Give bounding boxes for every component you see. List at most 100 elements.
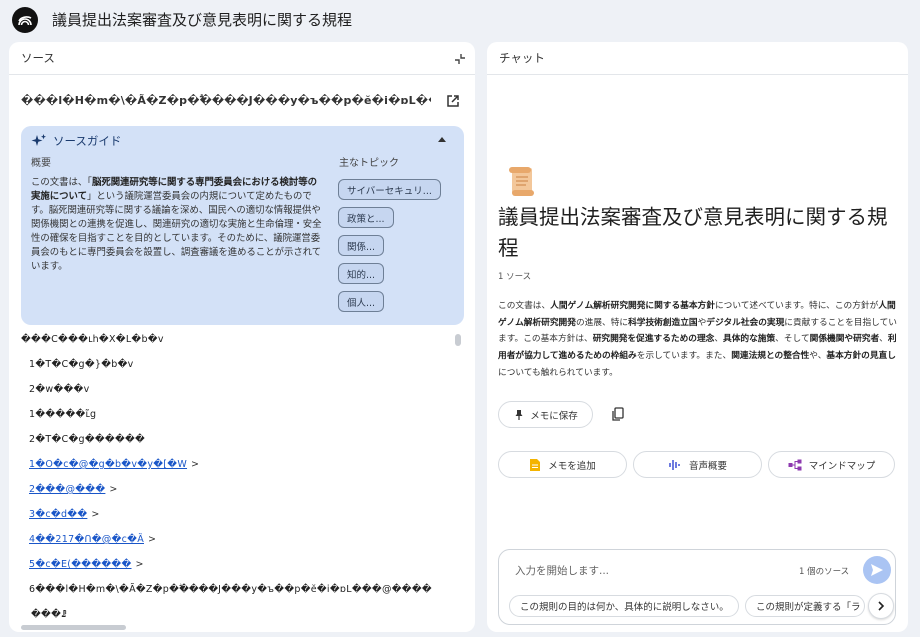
copy-icon[interactable] [611,407,625,421]
outline-link[interactable]: 4��217�Ո�@�c�Ȁ [29,534,144,545]
notebook-title[interactable]: 議員提出法案審査及び意見表明に関する規程 [52,9,352,30]
emphasized-text: 科学技術創造立国 [628,317,698,328]
source-guide-header[interactable]: ソースガイド [31,133,121,149]
outline-item: 2�w���v [29,384,90,395]
outline-item: 1�����ւ̃g [29,409,96,420]
outline-text: ���C���ւh�X�L�b�v [21,334,164,345]
source-guide: ソースガイド 概要 この文書は、「脳死関連研究等に関する専門委員会における検討等… [21,126,464,325]
suggestion-chip[interactable]: この規則が定義する「ラ [745,595,865,617]
emphasized-text: 基本方針の見直し [826,351,896,362]
open-external-icon[interactable] [445,93,461,109]
outline-item[interactable]: 1�O�c�@�g�b�v�y�[�W > [29,459,199,470]
suggestion-chip[interactable]: この規則の目的は何か、具体的に説明しなさい。 [509,595,739,617]
source-title: ���l�H�m�\�Ã�Z�p�ؖ����J���y�ъ��p�ӗ�i�ɒL�… [21,94,431,107]
outline-arrow: > [148,534,157,545]
mind-map-button[interactable]: マインドマップ [768,451,895,478]
outline-item: 6���l�H�m�\�Ã�Z�p�ؖ����J���y�ъ��p�ӗ�i�ɒL… [29,584,432,595]
collapse-guide-icon[interactable] [438,137,446,142]
emphasized-text: 関連法規との整合性 [731,351,810,362]
save-to-note-label: メモに保存 [530,410,578,422]
save-to-note-button[interactable]: メモに保存 [498,401,593,428]
audio-overview-button[interactable]: 音声概要 [633,451,762,478]
chat-panel-header: チャット [487,42,908,75]
outline-item: 2�T�C�g������ [29,434,145,445]
pin-icon [515,409,523,420]
add-note-button[interactable]: メモを追加 [498,451,627,478]
text-segment: や、 [809,351,827,362]
text-segment: 、 [714,334,724,345]
mind-map-label: マインドマップ [808,460,876,472]
topic-chip[interactable]: 政策と... [338,207,394,228]
outline-item[interactable]: 5�c�E(������ > [29,559,144,570]
outline-arrow: > [109,484,118,495]
outline-arrow: > [191,459,200,470]
text-segment: の進展、特に [575,317,629,328]
source-title-row: ���l�H�m�\�Ã�Z�p�ؖ����J���y�ъ��p�ӗ�i�ɒL�… [21,90,461,112]
scroll-emoji-icon [509,167,534,196]
text-segment: 」という議院運営委員会の内規について定めたものです。脳死関連研究等に関する議論を… [31,191,322,272]
sparkle-icon [31,134,46,146]
mind-map-icon [788,459,802,470]
source-panel: ソース ���l�H�m�\�Ã�Z�p�ؖ����J���y�ъ��p�ӗ�i… [9,42,475,632]
emphasized-text: 人間ゲノム解析研究開発に関する基本方針 [550,301,715,311]
outline-item[interactable]: 4��217�Ո�@�c�Ȁ > [29,534,156,545]
top-bar: 議員提出法案審査及び意見表明に関する規程 [0,0,920,40]
outline-link[interactable]: 1�O�c�@�g�b�v�y�[�W [29,459,187,470]
collapse-panel-icon[interactable] [453,52,467,66]
source-panel-header: ソース [9,42,475,75]
chevron-right-icon [878,601,885,611]
text-segment: や [697,317,707,328]
note-icon [530,458,541,471]
source-count: 1 ソース [498,272,532,282]
overview-text: この文書は、「脳死関連研究等に関する専門委員会における検討等の実施について」とい… [31,176,323,274]
notebook-logo-icon[interactable] [12,7,38,33]
source-guide-title: ソースガイド [53,134,122,148]
chat-summary: この文書は、人間ゲノム解析研究開発に関する基本方針について述べています。特に、こ… [498,298,898,382]
add-note-label: メモを追加 [548,460,596,472]
outline-item[interactable]: 3�c�d�� > [29,509,100,520]
chat-panel-title: チャット [499,51,545,65]
horizontal-scrollbar[interactable] [21,625,126,630]
topic-chip[interactable]: 個人... [338,291,385,312]
text-segment: についても触れられています。 [498,367,618,378]
vertical-scrollbar[interactable] [455,334,461,346]
text-segment: この文書は、「 [31,177,92,188]
chat-input[interactable]: 入力を開始します... [515,563,609,578]
chat-document-title: 議員提出法案審査及び意見表明に関する規程 [498,205,888,260]
audio-overview-label: 音声概要 [688,460,727,472]
text-segment: 、 [879,334,888,345]
outline-item: ���C���ւh�X�L�b�v [21,334,164,345]
topic-chip[interactable]: 知的... [338,263,385,284]
text-segment: について述べています。特に、この方針が [714,301,879,311]
topics-label: 主なトピック [339,158,399,169]
audio-wave-icon [669,459,680,470]
text-segment: を示しています。また、 [636,351,732,362]
text-segment: 、そして [775,334,810,345]
outline-text: 2�T�C�g������ [29,434,146,445]
send-icon [871,564,883,576]
outline-item: 1�T�C�g�}�b�v [29,359,134,370]
emphasized-text: 関係機関や研究者 [809,334,880,345]
text-segment: この文書は、 [498,301,551,311]
composer-source-count: 1 個のソース [799,567,850,577]
outline-text: 1�T�C�g�}�b�v [29,359,134,370]
outline-item[interactable]: 2���@��� > [29,484,118,495]
next-suggestions-button[interactable] [868,593,894,619]
source-panel-title: ソース [21,51,55,65]
outline-arrow: > [91,509,100,520]
outline-link[interactable]: 3�c�d�� [29,509,87,520]
outline-link[interactable]: 2���@��� [29,484,105,495]
topic-chip[interactable]: 関係... [338,235,385,256]
outline-text: 6���l�H�m�\�Ã�Z�p�ؖ����J���y�ъ��p�ӗ�i�ɒL… [29,584,432,595]
outline-text: 2�w���v [29,384,90,395]
chat-panel: チャット 議員提出法案審査及び意見表明に関する規程 1 ソース この文書は、人間… [487,42,908,632]
outline-arrow: > [135,559,144,570]
chat-composer: 入力を開始します... 1 個のソース この規則の目的は何か、具体的に説明しなさ… [498,549,896,625]
outline-link[interactable]: 5�c�E(������ [29,559,132,570]
emphasized-text: デジタル社会の実現 [706,317,785,328]
emphasized-text: 具体的な施策 [723,334,776,345]
topic-chip[interactable]: サイバーセキュリ... [338,179,441,200]
send-button[interactable] [863,556,891,584]
outline-item: ���ꗗ [31,609,67,620]
emphasized-text: 研究開発を促進するための理念 [592,334,715,345]
